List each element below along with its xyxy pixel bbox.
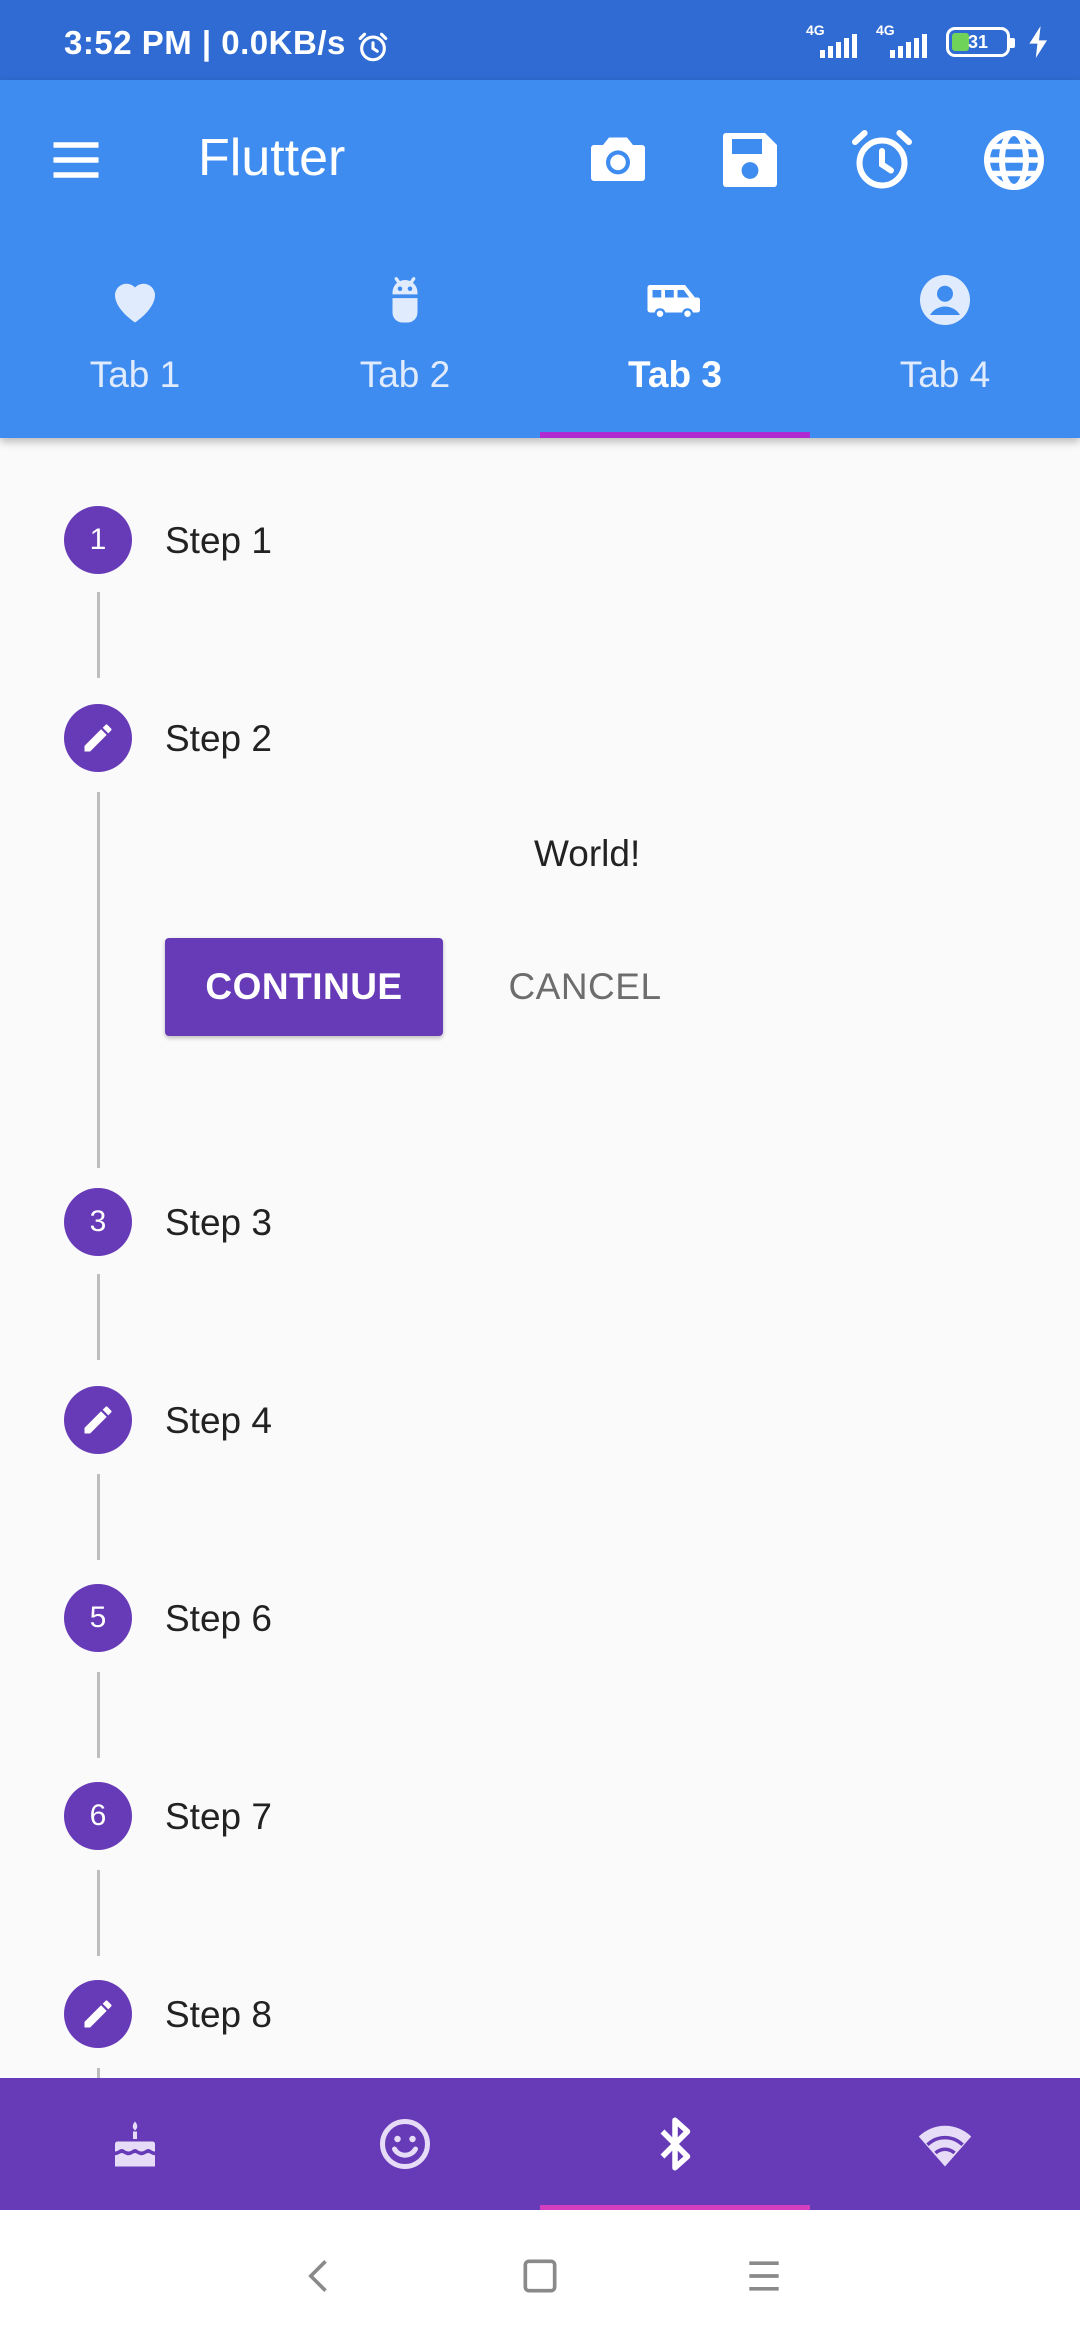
cake-icon [115,2121,155,2167]
signal-icon: 4G [806,22,858,62]
status-bar: 3:52 PM | 0.0KB/s 4G 4G 31 [0,0,1080,80]
step-connector [97,792,100,1168]
step-label: Step 2 [165,718,272,759]
signal-icon: 4G [876,22,928,62]
van-icon [647,285,700,320]
language-button[interactable] [978,124,1050,196]
step-connector [97,1870,100,1956]
step-connector [97,592,100,678]
save-button[interactable] [714,124,786,196]
step-number: 3 [64,1188,132,1256]
step-marker [64,704,132,772]
tab-2[interactable]: Tab 2 [270,240,540,438]
bottom-nav-item-smiley[interactable] [270,2078,540,2210]
toolbar: Flutter [0,80,1080,240]
bottom-nav [0,2078,1080,2210]
globe-icon [984,130,1044,190]
smiley-icon [380,2119,430,2169]
continue-button[interactable]: CONTINUE [165,938,443,1036]
step-number: 1 [64,506,132,574]
step-content-text: World! [534,833,641,874]
tab-1[interactable]: Tab 1 [0,240,270,438]
menu-icon[interactable] [44,130,108,190]
alarm-button[interactable] [846,124,918,196]
android-icon [390,277,420,323]
tab-3[interactable]: Tab 3 [540,240,810,438]
step-connector [97,2068,100,2078]
heart-icon [115,283,155,323]
step-label: Step 7 [165,1796,272,1837]
edit-icon [84,724,112,752]
step-marker [64,1980,132,2048]
step-connector [97,1672,100,1758]
step-label: Step 4 [165,1400,272,1441]
tab-label: Tab 3 [628,354,722,395]
recents-icon[interactable] [742,2254,786,2298]
stepper: 1 Step 1 Step 2 World! CONTINUE CANCEL 3… [0,438,1080,2078]
bottom-nav-item-bluetooth[interactable] [540,2078,810,2210]
bluetooth-icon [660,2117,691,2171]
home-icon[interactable] [518,2254,562,2298]
camera-button[interactable] [582,124,654,196]
cancel-button[interactable]: CANCEL [480,938,690,1036]
step-label: Step 6 [165,1598,272,1639]
back-icon[interactable] [298,2254,342,2298]
edit-icon [84,1406,112,1434]
alarm-status-icon [358,32,388,62]
app-title: Flutter [198,129,346,187]
tab-bar: Tab 1 Tab 2 Tab 3 Tab 4 [0,240,1080,438]
step-label: Step 8 [165,1994,272,2035]
step-number: 5 [64,1584,132,1652]
tab-label: Tab 4 [899,354,991,395]
tab-label: Tab 2 [359,354,451,395]
step-connector [97,1274,100,1360]
alarm-icon [852,130,912,189]
step-label: Step 3 [165,1202,272,1243]
battery-icon: 31 [946,27,1015,57]
edit-icon [84,2000,112,2028]
account-icon [920,275,970,325]
step-label: Step 1 [165,520,272,561]
charging-icon [1029,26,1047,58]
bottom-nav-item-cake[interactable] [0,2078,270,2210]
camera-icon [591,137,645,181]
battery-level: 31 [967,31,989,52]
step-connector [97,1474,100,1560]
app-bar: Flutter Tab 1 Tab 2 Tab 3 Tab 4 [0,80,1080,438]
save-icon [723,133,777,187]
tab-label: Tab 1 [89,354,181,395]
status-time: 3:52 PM | 0.0KB/s [64,24,346,61]
step-number: 6 [64,1782,132,1850]
tab-4[interactable]: Tab 4 [810,240,1080,438]
bottom-nav-item-wifi[interactable] [810,2078,1080,2210]
wifi-icon [918,2125,972,2167]
step-marker [64,1386,132,1454]
system-nav-bar [0,2210,1080,2340]
